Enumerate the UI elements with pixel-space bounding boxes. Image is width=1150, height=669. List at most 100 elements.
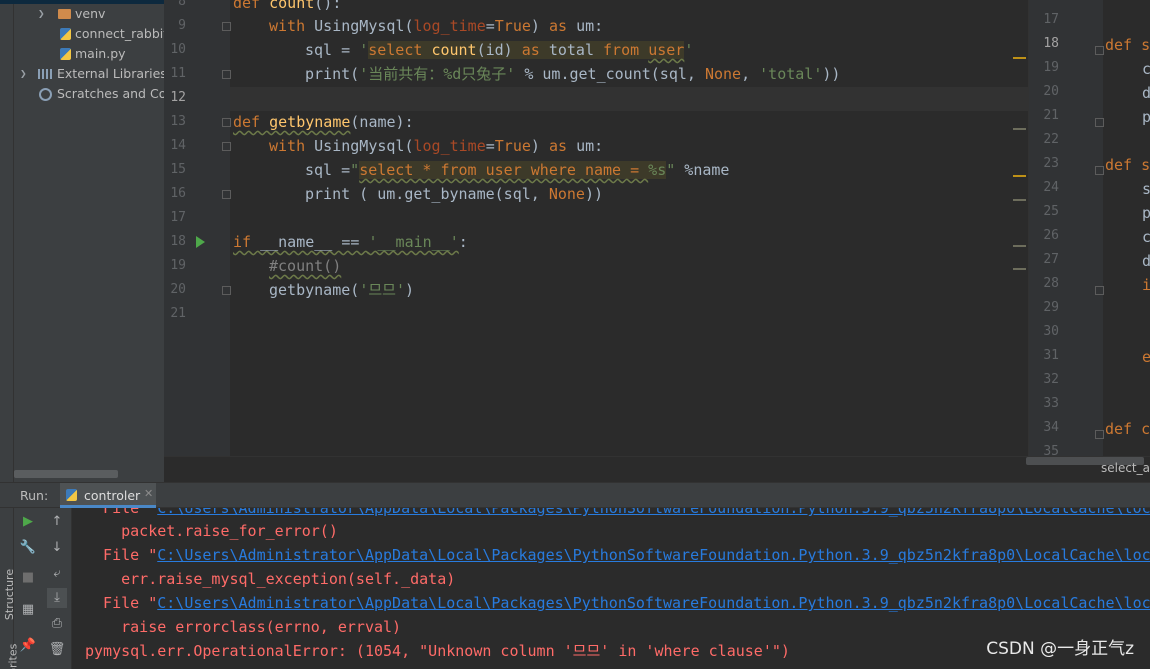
code-editor-split[interactable]: 17 18 19 20 21 22 23 24 25 26 27 28 29 30 31 32 33 34 35 d…: [1028, 0, 1150, 456]
breadcrumb[interactable]: select_a: [1101, 461, 1150, 475]
console-line: File "C:\Users\Administrator\AppData\Loc…: [85, 543, 1150, 567]
sql-token: user: [648, 41, 685, 59]
code-line[interactable]: s: [1142, 177, 1150, 201]
print-icon[interactable]: ⎙: [47, 614, 67, 634]
error-stripe-mark[interactable]: [1013, 245, 1026, 247]
tree-item-external-libraries[interactable]: ❯ External Libraries: [0, 64, 164, 84]
code-line[interactable]: d: [1142, 249, 1150, 273]
watermark: CSDN @一身正气z: [986, 639, 1134, 659]
fold-marker-icon[interactable]: [222, 22, 231, 31]
file-path-link[interactable]: C:\Users\Administrator\AppData\Local\Pac…: [157, 594, 1150, 612]
arrow-down-icon[interactable]: ↓: [47, 538, 67, 558]
code-line-9[interactable]: with UsingMysql(log_time=True) as um:: [269, 14, 603, 38]
code-token: if: [233, 233, 261, 251]
fold-marker-icon[interactable]: [1095, 166, 1104, 175]
error-stripe-mark[interactable]: [1013, 57, 1026, 59]
sql-token: total: [548, 41, 604, 59]
code-line-20[interactable]: getbyname('므므'): [269, 278, 414, 302]
error-stripe-mark[interactable]: [1013, 199, 1026, 201]
code-line-14[interactable]: with UsingMysql(log_time=True) as um:: [269, 134, 603, 158]
side-tab-structure[interactable]: Structure: [3, 569, 16, 620]
arrow-up-icon[interactable]: ↑: [47, 512, 67, 532]
sql-token: %s: [648, 161, 667, 179]
error-stripe-mark[interactable]: [1013, 268, 1026, 270]
code-line-11[interactable]: print('当前共有：%d只兔子' % um.get_count(sql, N…: [305, 62, 840, 86]
fold-marker-icon[interactable]: [222, 190, 231, 199]
tree-item-scratches[interactable]: Scratches and Consoles: [0, 84, 164, 104]
code-editor-main[interactable]: 8 9 10 11 12 13 14 15 16 17 18 19 20 21 def count(): …: [164, 0, 1028, 456]
code-token: d: [1142, 252, 1150, 270]
console-text: packet.raise_for_error(): [85, 522, 338, 540]
sql-token: count: [431, 41, 477, 59]
code-line-19[interactable]: #count(): [269, 254, 341, 278]
code-line[interactable]: e: [1142, 345, 1150, 369]
close-tab-icon[interactable]: ✕: [144, 487, 153, 500]
folder-icon: [58, 9, 71, 19]
code-line-10[interactable]: sql = 'select count(id) as total from us…: [305, 38, 693, 62]
code-token: as: [548, 137, 577, 155]
chevron-right-icon[interactable]: ❯: [38, 7, 45, 20]
run-console-output[interactable]: File "C:\Users\Administrator\AppData\Loc…: [72, 508, 1150, 669]
tab-label: controler: [84, 488, 141, 503]
code-line-8[interactable]: def count():: [233, 0, 341, 15]
fold-marker-icon[interactable]: [222, 70, 231, 79]
chevron-right-icon[interactable]: ❯: [20, 67, 27, 80]
code-line[interactable]: d: [1142, 81, 1150, 105]
wrench-icon[interactable]: 🔧: [18, 538, 38, 558]
file-path-link[interactable]: C:\Users\Administrator\AppData\Local\Pac…: [157, 546, 1150, 564]
python-file-icon: [60, 48, 71, 60]
error-stripe-mark[interactable]: [1013, 175, 1026, 177]
line-number: 20: [170, 282, 186, 297]
fold-marker-icon[interactable]: [222, 286, 231, 295]
fold-marker-icon[interactable]: [1095, 118, 1104, 127]
code-line-13[interactable]: def getbyname(name):: [233, 110, 414, 134]
code-line[interactable]: c: [1142, 57, 1150, 81]
fold-marker-icon[interactable]: [222, 118, 231, 127]
line-number: 31: [1043, 348, 1059, 363]
code-line[interactable]: def c: [1105, 417, 1150, 441]
code-line[interactable]: p: [1142, 105, 1150, 129]
tree-item-venv[interactable]: ❯ venv: [0, 4, 164, 24]
scroll-to-end-icon[interactable]: ⤓: [47, 588, 67, 608]
code-line-18[interactable]: if __name__ == '__main__':: [233, 230, 468, 254]
fold-marker-icon[interactable]: [222, 142, 231, 151]
code-line-15[interactable]: sql ="select * from user where name = %s…: [305, 158, 729, 182]
tab-controler[interactable]: controler ✕: [60, 483, 156, 508]
file-path-link[interactable]: C:\Users\Administrator\AppData\Local\Pac…: [157, 508, 1150, 517]
code-token: =: [485, 17, 495, 35]
stop-icon[interactable]: ■: [18, 568, 38, 588]
sql-token: (id): [476, 41, 522, 59]
console-line: File "C:\Users\Administrator\AppData\Loc…: [85, 591, 1150, 615]
code-token: True: [494, 137, 531, 155]
python-file-icon: [66, 489, 77, 501]
code-line[interactable]: i: [1142, 273, 1150, 297]
trash-icon[interactable]: 🗑: [47, 640, 67, 660]
run-gutter-icon[interactable]: [196, 236, 205, 248]
sql-token: select * from user where name =: [359, 161, 649, 179]
line-number: 35: [1043, 444, 1059, 456]
tree-item-connect-rabbitmq[interactable]: connect_rabbitmq.py: [0, 24, 164, 44]
pin-icon[interactable]: 📌: [18, 636, 38, 656]
code-token: with: [269, 137, 315, 155]
line-number: 25: [1043, 204, 1059, 219]
code-line[interactable]: def s: [1105, 153, 1150, 177]
code-token: log_time: [413, 137, 486, 155]
tree-item-main-py[interactable]: main.py: [0, 44, 164, 64]
layout-icon[interactable]: ▦: [18, 600, 38, 620]
code-line-16[interactable]: print ( um.get_byname(sql, None)): [305, 182, 603, 206]
code-line[interactable]: c: [1142, 225, 1150, 249]
line-number: 11: [170, 66, 186, 81]
soft-wrap-icon[interactable]: ⤶: [47, 564, 67, 584]
code-token: ": [350, 161, 360, 179]
code-line[interactable]: def s: [1105, 33, 1150, 57]
rerun-icon[interactable]: ▶: [18, 512, 38, 532]
fold-marker-icon[interactable]: [1095, 46, 1104, 55]
tree-horizontal-scrollbar[interactable]: [14, 470, 118, 478]
fold-marker-icon[interactable]: [1095, 286, 1104, 295]
code-token: print(: [305, 65, 360, 83]
code-token: e: [1142, 348, 1150, 366]
code-line[interactable]: p: [1142, 201, 1150, 225]
sql-token: from: [603, 41, 649, 59]
error-stripe-mark[interactable]: [1013, 128, 1026, 130]
fold-marker-icon[interactable]: [1095, 430, 1104, 439]
